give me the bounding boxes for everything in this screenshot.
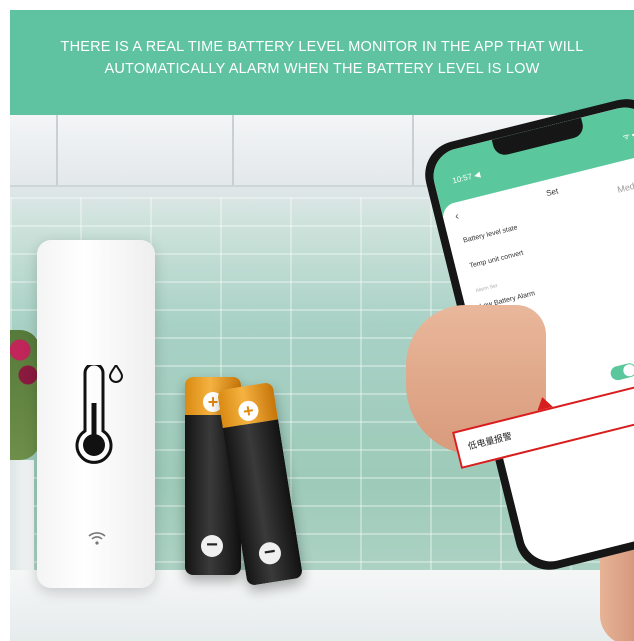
droplet-icon: [108, 365, 123, 383]
cabinet-divider: [412, 115, 414, 185]
vase: [10, 460, 34, 570]
status-icons: ᯤ ▪: [621, 130, 634, 142]
banner: THERE IS A REAL TIME BATTERY LEVEL MONIT…: [10, 10, 634, 115]
status-time: 10:57 ◀: [451, 169, 482, 186]
cabinet-divider: [232, 115, 234, 185]
cabinet-divider: [56, 115, 58, 185]
thermometer-icon: [75, 365, 123, 464]
row-label: Battery level state: [462, 224, 519, 245]
banner-line-1: THERE IS A REAL TIME BATTERY LEVEL MONIT…: [60, 39, 584, 55]
callout-text: 低电量报警: [466, 430, 513, 452]
flower-plant: [10, 330, 40, 460]
banner-text: THERE IS A REAL TIME BATTERY LEVEL MONIT…: [10, 36, 634, 80]
wifi-icon: [88, 532, 106, 545]
minus-terminal-icon: −: [201, 535, 223, 557]
sensor-device: [37, 240, 155, 588]
banner-line-2: AUTOMATICALLY ALARM WHEN THE BATTERY LEV…: [104, 61, 540, 77]
